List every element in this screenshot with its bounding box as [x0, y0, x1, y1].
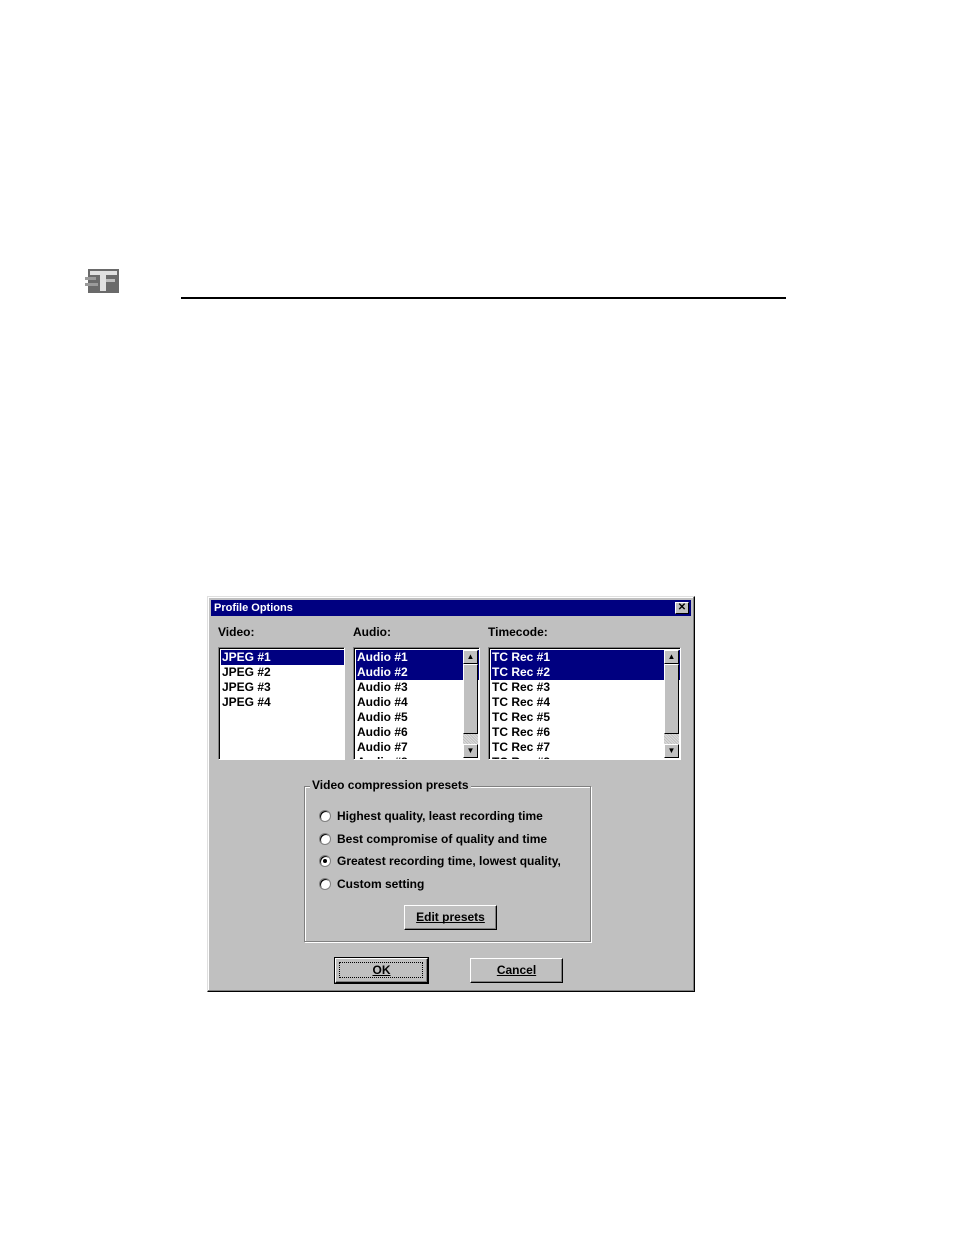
radio-button[interactable]: [319, 855, 331, 867]
preset-option-label: Highest quality, least recording time: [337, 809, 543, 823]
video-label: Video:: [218, 625, 255, 639]
audio-scroll-up-button[interactable]: ▲: [463, 650, 478, 664]
video-list: JPEG #1 JPEG #2 JPEG #3 JPEG #4: [219, 648, 344, 710]
video-listbox[interactable]: JPEG #1 JPEG #2 JPEG #3 JPEG #4: [218, 647, 345, 760]
preset-option-label: Custom setting: [337, 877, 425, 891]
radio-button[interactable]: [319, 810, 331, 822]
audio-list-item[interactable]: Audio #5: [356, 710, 479, 725]
audio-scrollbar[interactable]: ▲ ▼: [463, 650, 478, 758]
close-icon: ✕: [677, 602, 687, 613]
presets-group-title: Video compression presets: [310, 778, 471, 792]
video-list-item[interactable]: JPEG #2: [221, 665, 344, 680]
timecode-list-item[interactable]: TC Rec #8: [491, 755, 680, 759]
audio-list-item[interactable]: Audio #4: [356, 695, 479, 710]
header-rule: [181, 297, 786, 299]
audio-list-item[interactable]: Audio #3: [356, 680, 479, 695]
video-compression-presets-group: Video compression presets Highest qualit…: [304, 778, 591, 942]
timecode-scroll-up-button[interactable]: ▲: [664, 650, 679, 664]
radio-dot: [323, 859, 327, 863]
cancel-label: Cancel: [496, 963, 537, 977]
timecode-list-item[interactable]: TC Rec #7: [491, 740, 680, 755]
audio-list: Audio #1 Audio #2 Audio #3 Audio #4 Audio #5…: [354, 648, 479, 759]
dialog-title: Profile Options: [214, 602, 293, 614]
close-button[interactable]: ✕: [675, 602, 689, 614]
audio-list-item[interactable]: Audio #6: [356, 725, 479, 740]
audio-scroll-thumb[interactable]: [463, 664, 478, 734]
profile-options-dialog: Profile Options ✕ Video: Audio: Timecode…: [207, 596, 695, 992]
video-list-item[interactable]: JPEG #3: [221, 680, 344, 695]
audio-listbox[interactable]: Audio #1 Audio #2 Audio #3 Audio #4 Audio #5…: [353, 647, 480, 760]
arrow-up-icon: ▲: [466, 652, 475, 661]
ok-button[interactable]: OK: [334, 957, 429, 984]
timecode-list-item[interactable]: TC Rec #4: [491, 695, 680, 710]
ok-label: OK: [372, 963, 391, 977]
company-logo: [85, 265, 122, 296]
preset-option-label: Best compromise of quality and time: [337, 832, 548, 846]
audio-list-item[interactable]: Audio #8: [356, 755, 479, 759]
timecode-list-item[interactable]: TC Rec #2: [491, 665, 680, 680]
timecode-list: TC Rec #1 TC Rec #2 TC Rec #3 TC Rec #4 TC R…: [489, 648, 680, 759]
timecode-scroll-down-button[interactable]: ▼: [664, 744, 679, 758]
audio-label: Audio:: [353, 625, 391, 639]
video-list-item[interactable]: JPEG #4: [221, 695, 344, 710]
timecode-list-item[interactable]: TC Rec #5: [491, 710, 680, 725]
edit-presets-label: Edit presets: [416, 910, 485, 924]
audio-scroll-down-button[interactable]: ▼: [463, 744, 478, 758]
audio-list-item[interactable]: Audio #7: [356, 740, 479, 755]
title-bar[interactable]: Profile Options ✕: [211, 600, 691, 616]
preset-option-label: Greatest recording time, lowest quality,: [337, 854, 561, 868]
audio-list-item[interactable]: Audio #1: [356, 650, 479, 665]
timecode-listbox[interactable]: TC Rec #1 TC Rec #2 TC Rec #3 TC Rec #4 TC R…: [488, 647, 681, 760]
video-list-item[interactable]: JPEG #1: [221, 650, 344, 665]
timecode-label: Timecode:: [488, 625, 548, 639]
edit-presets-button[interactable]: Edit presets: [404, 905, 497, 930]
cancel-button[interactable]: Cancel: [470, 958, 563, 983]
timecode-scroll-thumb[interactable]: [664, 664, 679, 734]
arrow-up-icon: ▲: [667, 652, 676, 661]
arrow-down-icon: ▼: [667, 746, 676, 755]
radio-button[interactable]: [319, 833, 331, 845]
timecode-scrollbar[interactable]: ▲ ▼: [664, 650, 679, 758]
arrow-down-icon: ▼: [466, 746, 475, 755]
timecode-list-item[interactable]: TC Rec #3: [491, 680, 680, 695]
timecode-list-item[interactable]: TC Rec #1: [491, 650, 680, 665]
timecode-list-item[interactable]: TC Rec #6: [491, 725, 680, 740]
radio-button[interactable]: [319, 878, 331, 890]
audio-list-item[interactable]: Audio #2: [356, 665, 479, 680]
